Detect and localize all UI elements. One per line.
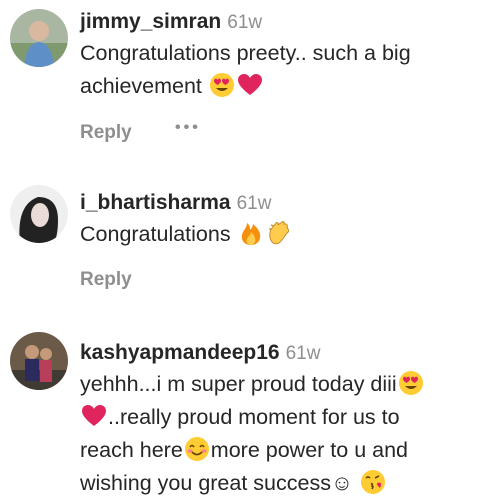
timestamp: 61w: [285, 343, 321, 364]
comment-line: yehhh...i m super proud today diii: [80, 372, 397, 396]
avatar[interactable]: [10, 332, 68, 390]
comment-text: Congratulations preety.. such a big achi…: [80, 37, 484, 103]
more-options-icon[interactable]: •••: [175, 119, 201, 137]
heart-eyes-emoji: [209, 72, 235, 98]
username[interactable]: kashyapmandeep16: [80, 341, 280, 364]
comment-line: wishing you great success☺: [80, 471, 353, 495]
timestamp: 61w: [227, 12, 263, 33]
timestamp: 61w: [236, 193, 272, 214]
red-heart-emoji: [237, 72, 263, 98]
comment-line: ..really proud moment for us to: [108, 405, 400, 429]
comment-line: reach here: [80, 438, 183, 462]
reply-button[interactable]: Reply: [80, 269, 132, 290]
face-blowing-kiss-emoji: [360, 469, 386, 495]
comment-text: Congratulations: [80, 218, 484, 251]
comment-text: yehhh...i m super proud today diii ..rea…: [80, 368, 484, 500]
comment-line: more power to u and: [210, 438, 408, 462]
username[interactable]: i_bhartisharma: [80, 191, 231, 214]
fire-emoji: [238, 220, 264, 246]
red-heart-emoji: [81, 403, 107, 429]
smiling-face-emoji: [184, 436, 210, 462]
avatar[interactable]: [10, 185, 68, 243]
comment-line: Congratulations preety.. such a big: [80, 41, 411, 65]
username[interactable]: jimmy_simran: [80, 10, 221, 33]
avatar[interactable]: [10, 9, 68, 67]
clapping-hands-emoji: [266, 220, 292, 246]
heart-eyes-emoji: [398, 370, 424, 396]
comment-line: Congratulations: [80, 222, 231, 246]
reply-button[interactable]: Reply: [80, 122, 132, 143]
comment-line: achievement: [80, 74, 202, 98]
